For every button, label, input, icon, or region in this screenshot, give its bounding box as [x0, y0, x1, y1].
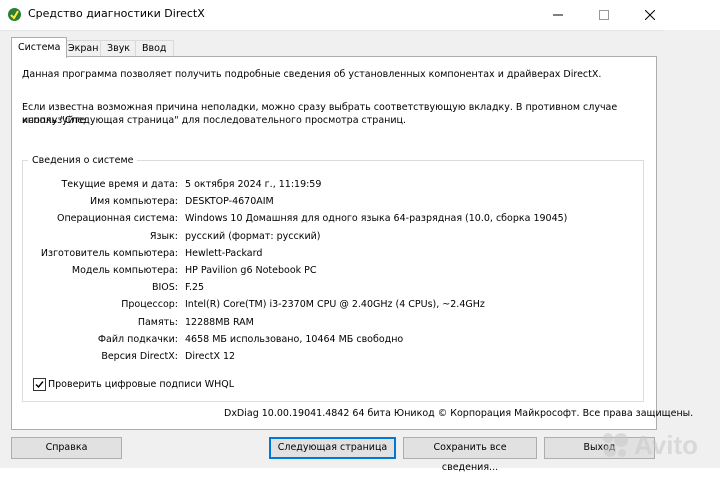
row-processor-label: Процессор: [121, 299, 178, 310]
row-language-label: Язык: [149, 231, 178, 242]
row-computer-name-label: Имя компьютера: [90, 196, 178, 207]
row-directx-label: Версия DirectX: [101, 351, 178, 362]
row-bios-value: F.25 [185, 282, 205, 293]
minimize-icon [553, 14, 563, 16]
row-model-label: Модель компьютера: [71, 265, 178, 276]
next-page-button[interactable]: Следующая страница [269, 437, 396, 459]
maximize-button[interactable] [581, 0, 627, 30]
row-os-value: Windows 10 Домашняя для одного языка 64-… [185, 213, 568, 224]
avito-watermark-text: Avito [634, 429, 699, 460]
tab-system[interactable]: Система [11, 37, 68, 58]
avito-watermark: Avito [600, 425, 720, 465]
row-memory-label: Память: [137, 317, 178, 328]
dxdiag-window: Средство диагностики DirectX Система Экр… [0, 0, 720, 473]
row-os-label: Операционная система: [56, 213, 178, 224]
maximize-icon [599, 10, 609, 20]
checkmark-icon [35, 381, 44, 389]
row-manufacturer-label: Изготовитель компьютера: [40, 248, 178, 259]
row-memory-value: 12288MB RAM [185, 317, 254, 328]
save-all-button[interactable]: Сохранить все сведения... [403, 437, 537, 473]
row-manufacturer-value: Hewlett-Packard [185, 248, 263, 259]
system-info-group-title: Сведения о системе [28, 155, 138, 166]
minimize-button[interactable] [535, 0, 581, 30]
directx-icon [8, 8, 21, 21]
row-pagefile-label: Файл подкачки: [97, 334, 178, 345]
tab-display[interactable]: Экран [61, 40, 106, 57]
tab-input[interactable]: Ввод [135, 40, 174, 57]
whql-checkbox-label[interactable]: Проверить цифровые подписи WHQL [48, 379, 234, 390]
row-bios-label: BIOS: [151, 282, 178, 293]
row-language-value: русский (формат: русский) [185, 231, 321, 242]
version-copyright: DxDiag 10.00.19041.4842 64 бита Юникод ©… [224, 408, 694, 419]
row-datetime-value: 5 октября 2024 г., 11:19:59 [185, 179, 322, 190]
intro-text-1: Данная программа позволяет получить подр… [22, 69, 602, 80]
intro-text-3: кнопку "Следующая страница" для последов… [22, 115, 407, 126]
row-processor-value: Intel(R) Core(TM) i3-2370M CPU @ 2.40GHz… [185, 299, 485, 310]
tab-sound[interactable]: Звук [100, 40, 138, 57]
title-bar: Средство диагностики DirectX [0, 0, 720, 31]
row-computer-name-value: DESKTOP-4670AIM [185, 196, 274, 207]
close-icon [645, 10, 655, 20]
row-model-value: HP Pavilion g6 Notebook PC [185, 265, 317, 276]
background-area [664, 30, 720, 468]
row-datetime-label: Текущие время и дата: [61, 179, 178, 190]
whql-checkbox[interactable] [33, 378, 46, 391]
close-button[interactable] [627, 0, 673, 30]
avito-logo-icon [603, 433, 628, 457]
row-pagefile-value: 4658 МБ использовано, 10464 МБ свободно [185, 334, 404, 345]
window-title: Средство диагностики DirectX [28, 7, 205, 20]
help-button[interactable]: Справка [11, 437, 122, 459]
row-directx-value: DirectX 12 [185, 351, 236, 362]
